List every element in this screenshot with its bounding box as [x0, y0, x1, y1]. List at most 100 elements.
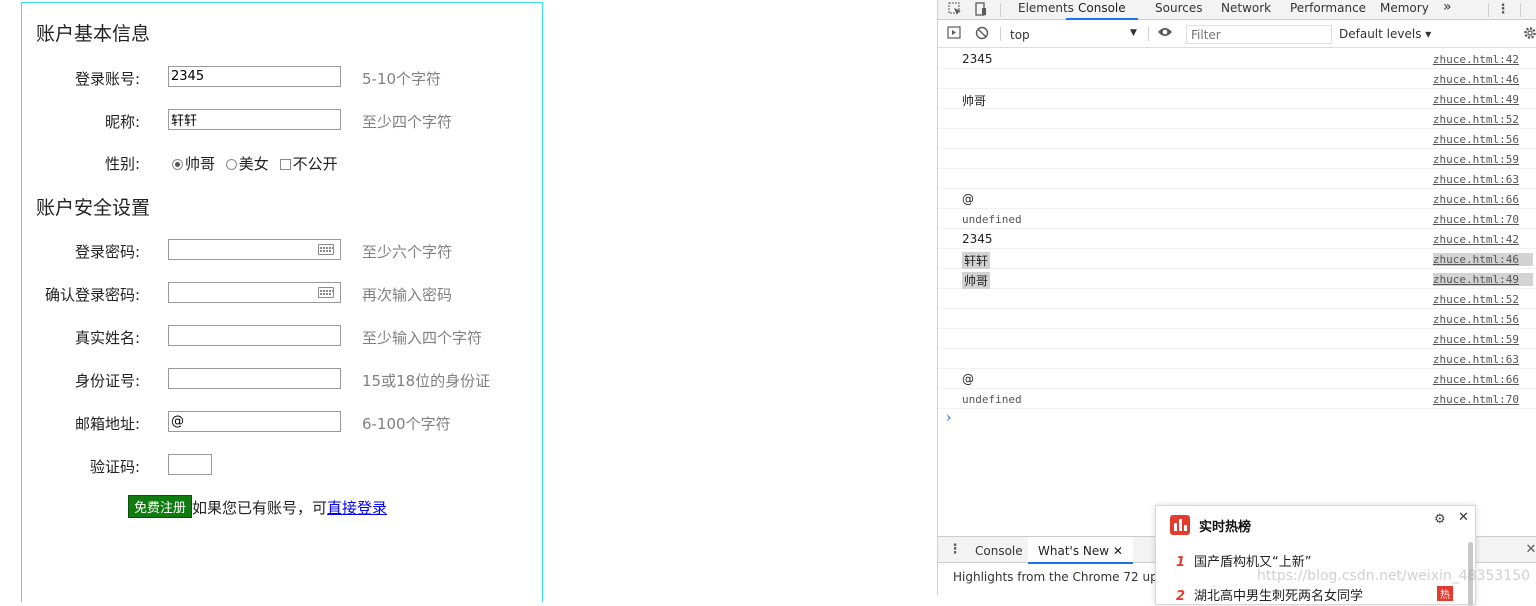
more-tabs-icon[interactable]: » — [1443, 0, 1452, 20]
toolbar-divider — [1000, 3, 1001, 17]
console-log-row: undefined zhuce.html:70 — [938, 389, 1536, 409]
idcard-label: 身份证号: — [74, 372, 140, 390]
gender-radio-female[interactable] — [225, 159, 237, 170]
console-log-message: @ — [962, 372, 974, 386]
console-log-message: undefined — [962, 213, 1022, 226]
tab-console[interactable]: Console — [1066, 0, 1138, 20]
close-icon[interactable]: ✕ — [1458, 510, 1469, 525]
hot-list-title: 实时热榜 — [1199, 520, 1252, 535]
gender-radio-male[interactable] — [172, 159, 183, 170]
password-input[interactable] — [168, 239, 341, 260]
email-input[interactable] — [168, 411, 341, 432]
toolbar-divider — [1148, 27, 1149, 41]
hot-rank: 1 — [1176, 555, 1186, 570]
captcha-input[interactable] — [168, 454, 212, 475]
console-source-link[interactable]: zhuce.html:70 — [1433, 213, 1519, 226]
console-source-link[interactable]: zhuce.html:49 — [1433, 93, 1519, 106]
console-log-row: zhuce.html:63 — [938, 349, 1536, 369]
gender-option-male: 帅哥 — [185, 155, 216, 173]
console-source-link[interactable]: zhuce.html:46 — [1432, 253, 1533, 266]
account-input[interactable] — [168, 66, 341, 87]
console-log-message: undefined — [962, 393, 1022, 406]
hot-item-text: 湖北高中男生刺死两名女同学 — [1194, 589, 1364, 604]
register-button[interactable]: 免费注册 — [128, 495, 193, 518]
password-hint: 至少六个字符 — [362, 243, 453, 261]
tab-network[interactable]: Network — [1221, 0, 1271, 20]
console-prompt[interactable]: › — [946, 410, 952, 426]
devtools-tabbar: Elements Console Sources Network Perform… — [938, 0, 1536, 20]
gear-icon[interactable] — [1522, 26, 1536, 41]
password-row: 登录密码: 至少六个字符 — [22, 239, 542, 263]
keyboard-icon[interactable] — [318, 244, 334, 255]
login-link[interactable]: 直接登录 — [327, 499, 387, 517]
console-source-link[interactable]: zhuce.html:59 — [1433, 153, 1519, 166]
console-source-link[interactable]: zhuce.html:42 — [1433, 233, 1519, 246]
context-select[interactable]: top — [1010, 28, 1030, 42]
filter-input[interactable] — [1186, 25, 1332, 44]
console-log-message: 帅哥 — [962, 272, 991, 289]
console-source-link[interactable]: zhuce.html:52 — [1433, 293, 1519, 306]
console-source-link[interactable]: zhuce.html:59 — [1433, 333, 1519, 346]
gender-checkbox-private[interactable] — [279, 159, 291, 170]
confirm-password-label: 确认登录密码: — [44, 286, 140, 304]
tab-performance[interactable]: Performance — [1290, 0, 1366, 20]
kebab-menu-icon[interactable]: ⋮ — [1495, 2, 1511, 17]
console-source-link[interactable]: zhuce.html:66 — [1433, 193, 1519, 206]
idcard-input[interactable] — [168, 368, 341, 389]
inspect-element-icon[interactable] — [947, 2, 963, 17]
chevron-down-icon[interactable]: ▼ — [1130, 28, 1137, 38]
console-source-link[interactable]: zhuce.html:63 — [1433, 173, 1519, 186]
clear-console-icon[interactable] — [974, 26, 990, 41]
console-log-row: 轩轩 zhuce.html:46 — [938, 249, 1536, 269]
keyboard-icon[interactable] — [318, 287, 334, 298]
log-levels-select[interactable]: Default levels ▾ — [1339, 27, 1431, 41]
gender-option-female: 美女 — [238, 155, 269, 173]
email-label: 邮箱地址: — [74, 415, 140, 433]
console-source-link[interactable]: zhuce.html:49 — [1432, 273, 1533, 286]
eye-icon[interactable] — [1157, 26, 1173, 41]
console-log-row: undefined zhuce.html:70 — [938, 209, 1536, 229]
console-source-link[interactable]: zhuce.html:56 — [1433, 313, 1519, 326]
drawer-menu-icon[interactable]: ⋮ — [947, 542, 963, 557]
console-source-link[interactable]: zhuce.html:56 — [1433, 133, 1519, 146]
idcard-hint: 15或18位的身份证 — [362, 372, 491, 390]
close-drawer-icon[interactable]: ✕ — [1523, 542, 1536, 557]
realname-input[interactable] — [168, 325, 341, 346]
console-log-row: @ zhuce.html:66 — [938, 369, 1536, 389]
nickname-input[interactable] — [168, 109, 341, 130]
tab-sources[interactable]: Sources — [1155, 0, 1202, 20]
console-log-row: zhuce.html:59 — [938, 329, 1536, 349]
console-log-row: 2345 zhuce.html:42 — [938, 229, 1536, 249]
console-log-row: 2345 zhuce.html:42 — [938, 49, 1536, 69]
device-toolbar-icon[interactable] — [972, 2, 988, 17]
console-source-link[interactable]: zhuce.html:52 — [1433, 113, 1519, 126]
gender-options: 帅哥 美女 不公开 — [172, 153, 344, 174]
console-source-link[interactable]: zhuce.html:42 — [1433, 53, 1519, 66]
console-log-row: 帅哥 zhuce.html:49 — [938, 269, 1536, 289]
drawer-tab-whats-new[interactable]: What's New ✕ — [1028, 537, 1133, 564]
toolbar-divider — [1520, 3, 1521, 17]
tab-memory[interactable]: Memory — [1380, 0, 1429, 20]
settings-icon[interactable]: ⚙ — [1434, 512, 1446, 527]
console-log-row: zhuce.html:52 — [938, 289, 1536, 309]
confirm-password-input[interactable] — [168, 282, 341, 303]
console-log-row: 帅哥 zhuce.html:49 — [938, 89, 1536, 109]
gender-option-private: 不公开 — [292, 155, 338, 173]
watermark: https://blog.csdn.net/weixin_48353150 — [1257, 568, 1531, 584]
console-log-message: 帅哥 — [962, 94, 987, 108]
sidebar-toggle-icon[interactable] — [946, 26, 962, 41]
console-source-link[interactable]: zhuce.html:66 — [1433, 373, 1519, 386]
console-source-link[interactable]: zhuce.html:46 — [1433, 73, 1519, 86]
drawer-tab-console[interactable]: Console — [975, 543, 1023, 563]
chart-icon — [1170, 515, 1190, 535]
console-log-row: zhuce.html:63 — [938, 169, 1536, 189]
realname-hint: 至少输入四个字符 — [362, 329, 483, 347]
email-hint: 6-100个字符 — [362, 415, 451, 433]
console-log-message: 2345 — [962, 52, 993, 66]
email-row: 邮箱地址: 6-100个字符 — [22, 411, 542, 435]
close-icon[interactable]: ✕ — [1113, 544, 1123, 558]
captcha-row: 验证码: — [22, 454, 542, 478]
login-prompt: 如果您已有账号，可 — [192, 499, 328, 517]
console-source-link[interactable]: zhuce.html:63 — [1433, 353, 1519, 366]
console-source-link[interactable]: zhuce.html:70 — [1433, 393, 1519, 406]
